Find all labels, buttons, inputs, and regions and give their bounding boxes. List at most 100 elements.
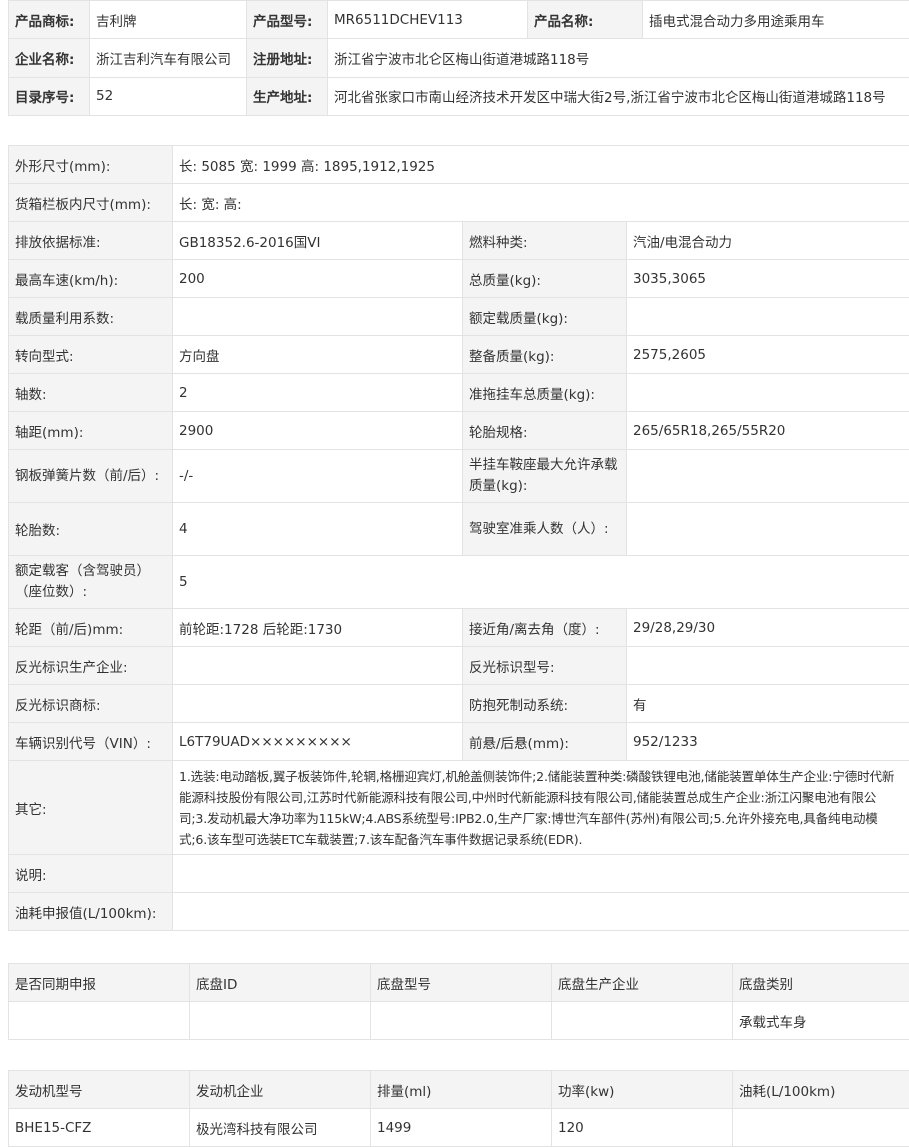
param-value [173, 685, 463, 723]
column-header: 是否同期申报 [9, 964, 190, 1002]
column-header: 发动机企业 [190, 1071, 371, 1109]
param-value: 方向盘 [173, 336, 463, 374]
header-row-company: 企业名称: 浙江吉利汽车有限公司 注册地址: 浙江省宁波市北仑区梅山街道港城路1… [9, 39, 909, 77]
column-header: 油耗(L/100km) [733, 1071, 909, 1109]
param-label: 整备质量(kg): [463, 336, 627, 374]
param-value: 长: 5085 宽: 1999 高: 1895,1912,1925 [173, 146, 909, 184]
catalog-no-label: 目录序号: [9, 77, 90, 115]
param-row-rated-passengers: 额定载客（含驾驶员）（座位数）: 5 [9, 556, 909, 609]
param-row: 车辆识别代号（VIN）: L6T79UAD××××××××× 前悬/后悬(mm)… [9, 723, 909, 761]
param-label: 防抱死制动系统: [463, 685, 627, 723]
column-header: 底盘类别 [733, 964, 909, 1002]
param-label: 载质量利用系数: [9, 298, 173, 336]
param-value [627, 503, 909, 556]
param-value: 3035,3065 [627, 260, 909, 298]
table-cell: 承载式车身 [733, 1002, 909, 1040]
reg-address-label: 注册地址: [247, 39, 328, 77]
param-value: 前轮距:1728 后轮距:1730 [173, 609, 463, 647]
param-label: 半挂车鞍座最大允许承载质量(kg): [463, 450, 627, 503]
param-label: 车辆识别代号（VIN）: [9, 723, 173, 761]
param-label: 反光标识商标: [9, 685, 173, 723]
table-cell [552, 1002, 733, 1040]
table-row: BHE15-CFZ 极光湾科技有限公司 1499 120 [9, 1109, 909, 1147]
param-value: 29/28,29/30 [627, 609, 909, 647]
param-value [173, 647, 463, 685]
param-row-dimensions: 外形尺寸(mm): 长: 5085 宽: 1999 高: 1895,1912,1… [9, 146, 909, 184]
param-label: 货箱栏板内尺寸(mm): [9, 184, 173, 222]
product-header-table: 产品商标: 吉利牌 产品型号: MR6511DCHEV113 产品名称: 插电式… [8, 0, 909, 116]
param-label: 说明: [9, 855, 173, 893]
param-label: 轮距（前/后)mm: [9, 609, 173, 647]
header-row-catalog: 目录序号: 52 生产地址: 河北省张家口市南山经济技术开发区中瑞大街2号,浙江… [9, 77, 909, 115]
param-row: 钢板弹簧片数（前/后）: -/- 半挂车鞍座最大允许承载质量(kg): [9, 450, 909, 503]
brand-label: 产品商标: [9, 1, 90, 39]
param-value [173, 298, 463, 336]
table-cell [9, 1002, 190, 1040]
column-header: 排量(ml) [371, 1071, 552, 1109]
param-label: 反光标识型号: [463, 647, 627, 685]
company-label: 企业名称: [9, 39, 90, 77]
param-row: 载质量利用系数: 额定载质量(kg): [9, 298, 909, 336]
param-row: 轮胎数: 4 驾驶室准乘人数（人）: [9, 503, 909, 556]
table-cell [371, 1002, 552, 1040]
header-row-brand-model: 产品商标: 吉利牌 产品型号: MR6511DCHEV113 产品名称: 插电式… [9, 1, 909, 39]
table-row: 承载式车身 [9, 1002, 909, 1040]
chassis-header-row: 是否同期申报 底盘ID 底盘型号 底盘生产企业 底盘类别 [9, 964, 909, 1002]
param-row-note: 说明: [9, 855, 909, 893]
param-value: GB18352.6-2016国VI [173, 222, 463, 260]
param-label: 接近角/离去角（度）: [463, 609, 627, 647]
param-label: 转向型式: [9, 336, 173, 374]
param-label: 钢板弹簧片数（前/后）: [9, 450, 173, 503]
column-header: 发动机型号 [9, 1071, 190, 1109]
param-value: 汽油/电混合动力 [627, 222, 909, 260]
production-address-label: 生产地址: [247, 77, 328, 115]
param-label: 轮胎数: [9, 503, 173, 556]
param-label: 最高车速(km/h): [9, 260, 173, 298]
engine-header-row: 发动机型号 发动机企业 排量(ml) 功率(kw) 油耗(L/100km) [9, 1071, 909, 1109]
param-value: L6T79UAD××××××××× [173, 723, 463, 761]
brand-value: 吉利牌 [90, 1, 247, 39]
param-value [173, 855, 909, 893]
param-row: 最高车速(km/h): 200 总质量(kg): 3035,3065 [9, 260, 909, 298]
param-label: 轴数: [9, 374, 173, 412]
table-cell: 120 [552, 1109, 733, 1147]
param-value [627, 374, 909, 412]
engine-table: 发动机型号 发动机企业 排量(ml) 功率(kw) 油耗(L/100km) BH… [8, 1070, 909, 1147]
param-label: 排放依据标准: [9, 222, 173, 260]
table-cell: 极光湾科技有限公司 [190, 1109, 371, 1147]
table-cell: 1499 [371, 1109, 552, 1147]
param-label: 其它: [9, 761, 173, 855]
param-value [627, 298, 909, 336]
param-row: 轴数: 2 准拖挂车总质量(kg): [9, 374, 909, 412]
param-label: 驾驶室准乘人数（人）: [463, 503, 627, 556]
param-row: 轮距（前/后)mm: 前轮距:1728 后轮距:1730 接近角/离去角（度）:… [9, 609, 909, 647]
param-label: 油耗申报值(L/100km): [9, 893, 173, 931]
param-value [173, 893, 909, 931]
chassis-table: 是否同期申报 底盘ID 底盘型号 底盘生产企业 底盘类别 承载式车身 [8, 963, 909, 1040]
param-row: 反光标识生产企业: 反光标识型号: [9, 647, 909, 685]
table-cell [190, 1002, 371, 1040]
product-name-label: 产品名称: [528, 1, 643, 39]
param-label: 燃料种类: [463, 222, 627, 260]
param-value: 2 [173, 374, 463, 412]
param-label: 前悬/后悬(mm): [463, 723, 627, 761]
param-row-fuel: 油耗申报值(L/100km): [9, 893, 909, 931]
reg-address-value: 浙江省宁波市北仑区梅山街道港城路118号 [328, 39, 909, 77]
param-label: 轴距(mm): [9, 412, 173, 450]
param-value: 5 [173, 556, 909, 609]
param-value: 265/65R18,265/55R20 [627, 412, 909, 450]
param-row: 反光标识商标: 防抱死制动系统: 有 [9, 685, 909, 723]
param-value: 952/1233 [627, 723, 909, 761]
param-value [627, 647, 909, 685]
param-row: 转向型式: 方向盘 整备质量(kg): 2575,2605 [9, 336, 909, 374]
param-label: 额定载客（含驾驶员）（座位数）: [9, 556, 173, 609]
company-value: 浙江吉利汽车有限公司 [90, 39, 247, 77]
param-value [627, 450, 909, 503]
param-value: 2900 [173, 412, 463, 450]
param-label: 额定载质量(kg): [463, 298, 627, 336]
param-row: 排放依据标准: GB18352.6-2016国VI 燃料种类: 汽油/电混合动力 [9, 222, 909, 260]
table-cell: BHE15-CFZ [9, 1109, 190, 1147]
table-cell [733, 1109, 909, 1147]
param-label: 准拖挂车总质量(kg): [463, 374, 627, 412]
product-name-value: 插电式混合动力多用途乘用车 [643, 1, 909, 39]
